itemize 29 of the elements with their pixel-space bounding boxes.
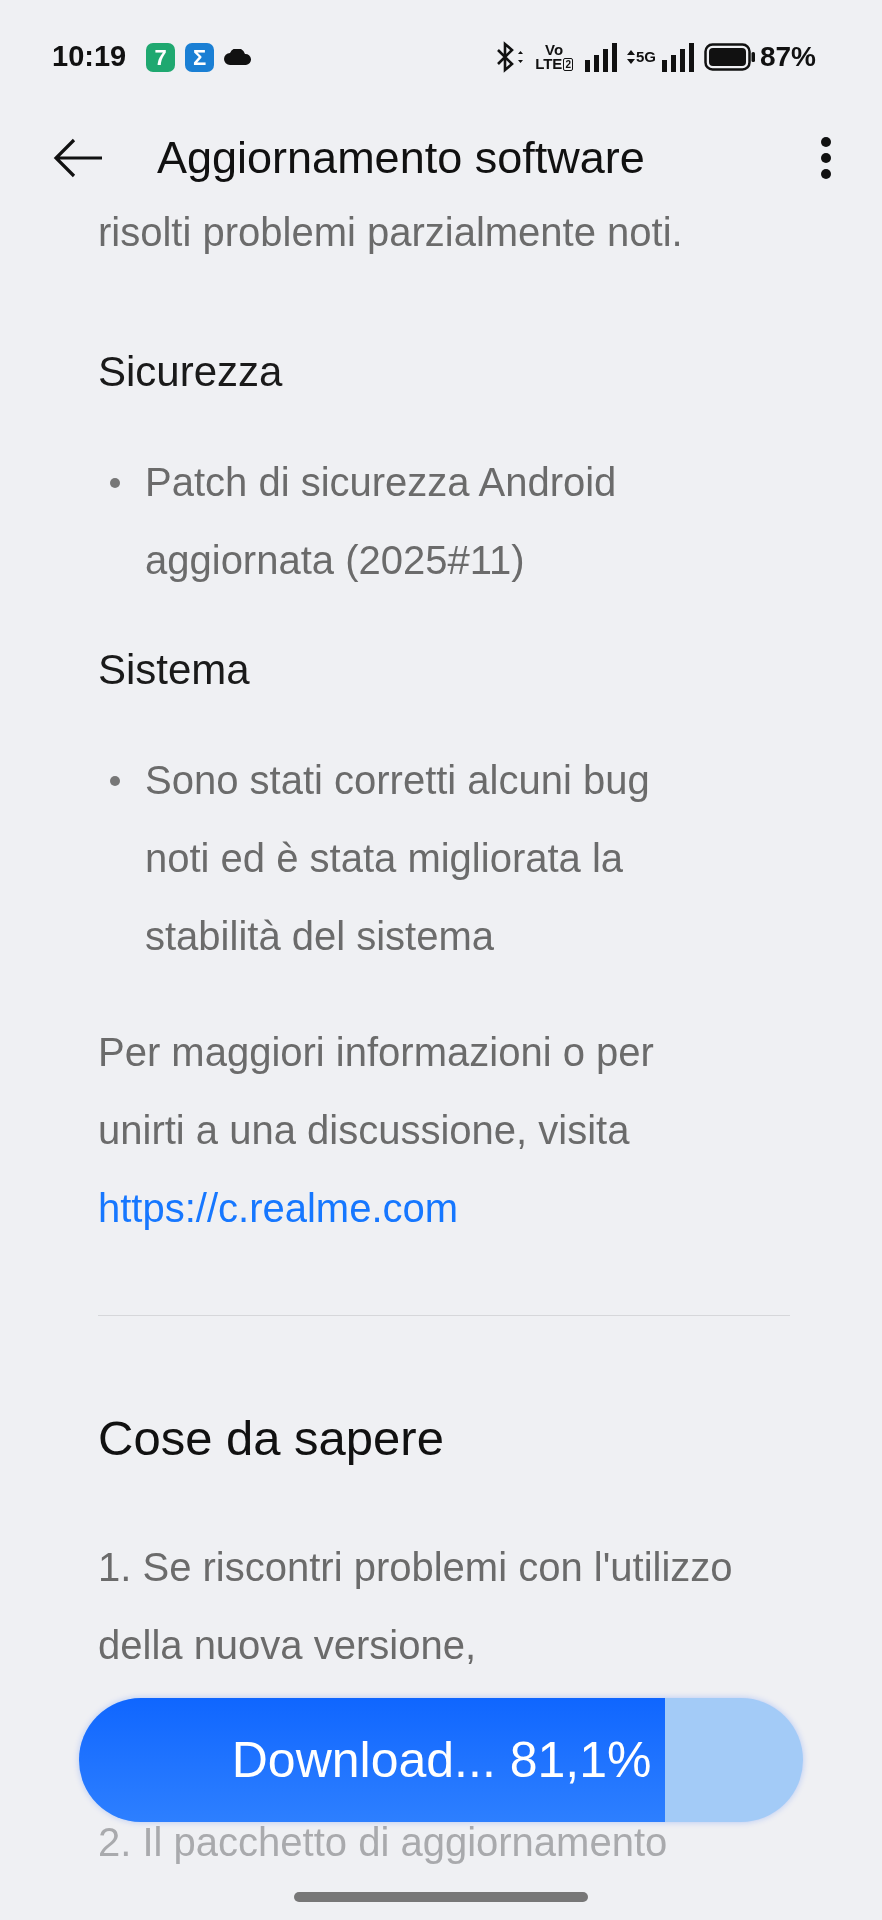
note-text: 1. Se riscontri problemi con l'utilizzo della nuova versione, — [98, 1544, 734, 1669]
data-arrows-icon — [626, 50, 635, 64]
body-text: risolti problemi parzialmente noti. — [98, 210, 684, 254]
bullet-text: Sono stati corretti alcuni bug noti ed è stata migliorata la stabilità del sistema — [145, 757, 651, 960]
cloud-icon — [224, 49, 253, 65]
signal-icon — [582, 42, 617, 72]
signal-icon — [659, 42, 694, 72]
bullet-text: Patch di sicurezza Android aggiornata (2025#11) — [145, 459, 618, 584]
section-heading: Sistema — [98, 645, 251, 695]
download-progress-button[interactable]: Download... 81,1% — [79, 1698, 803, 1822]
battery-percentage: 87% — [759, 40, 816, 74]
note-text: 2. Il pacchetto di aggiornamento — [98, 1819, 669, 1866]
more-options-icon[interactable] — [820, 135, 832, 180]
section-heading: Sicurezza — [98, 347, 284, 397]
battery-icon — [703, 43, 756, 71]
volte-label: Vo LTE 2 — [535, 43, 573, 71]
back-arrow-icon[interactable] — [52, 137, 104, 178]
clock-time: 10:19 — [52, 39, 127, 75]
download-status-text: Download... 81,1% — [230, 1730, 653, 1790]
bullet-icon — [110, 478, 120, 488]
app-notification-icon: 7 — [146, 42, 176, 72]
section-heading: Cose da sapere — [98, 1410, 445, 1467]
info-paragraph: Per maggiori informazioni o per unirti a una discussione, visita https://c.realme.com — [98, 1029, 655, 1232]
network-type-label: 5G — [635, 50, 656, 64]
page-title: Aggiornamento software — [157, 130, 646, 185]
website-link[interactable]: https://c.realme.com — [98, 1186, 459, 1230]
app-notification-icon: Σ — [185, 42, 215, 72]
bullet-icon — [110, 776, 120, 786]
bluetooth-icon — [495, 41, 526, 73]
